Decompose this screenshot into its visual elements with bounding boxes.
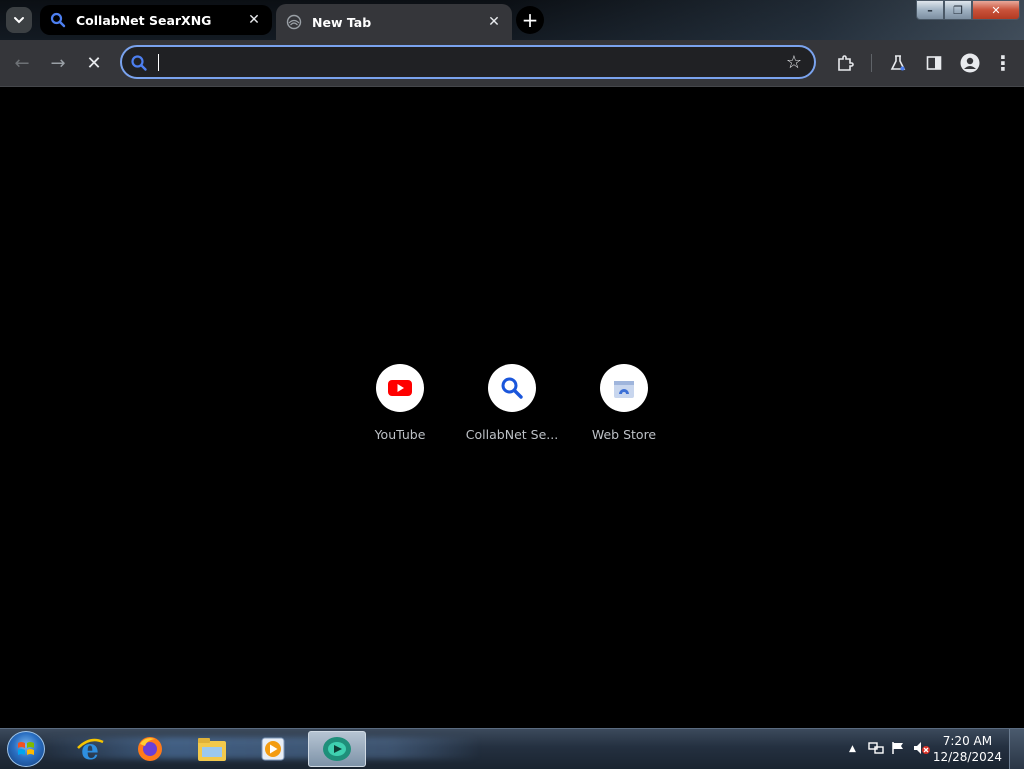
forward-button[interactable]: → (46, 51, 70, 75)
internet-explorer-icon: e (77, 734, 104, 764)
start-orb-icon (18, 742, 34, 755)
minimize-button[interactable]: – (916, 0, 944, 20)
youtube-icon (388, 380, 412, 396)
shortcut-tile[interactable] (376, 364, 424, 412)
taskbar-media-player[interactable] (246, 731, 300, 767)
start-button[interactable] (7, 731, 45, 767)
tab-title: CollabNet SearXNG (76, 12, 212, 28)
tab-search-button[interactable] (6, 7, 32, 33)
search-icon (131, 55, 147, 71)
clock-date: 12/28/2024 (932, 750, 1002, 764)
shortcut-tile[interactable] (488, 364, 536, 412)
taskbar-internet-explorer[interactable]: e (63, 731, 117, 767)
shortcut-label: CollabNet Se... (465, 427, 559, 442)
taskbar-browser-active[interactable] (308, 731, 366, 767)
maximize-button[interactable]: ❐ (944, 0, 972, 20)
web-store-icon (614, 381, 634, 398)
show-hidden-icons-button[interactable]: ▲ (849, 744, 856, 754)
svg-text:e: e (81, 734, 99, 764)
tab-close-button[interactable]: ✕ (244, 10, 264, 30)
shortcut-label: Web Store (591, 427, 657, 442)
shortcut-label: YouTube (374, 427, 426, 442)
stop-button[interactable]: ✕ (82, 51, 106, 75)
shortcut-tile[interactable] (600, 364, 648, 412)
action-center-flag-icon[interactable] (891, 741, 905, 759)
tab-close-button[interactable]: ✕ (484, 12, 504, 32)
back-button[interactable]: ← (10, 51, 34, 75)
tab-title: New Tab (312, 14, 372, 30)
file-explorer-icon (198, 738, 226, 761)
search-icon (50, 12, 66, 28)
clock-time: 7:20 AM (942, 734, 993, 748)
shortcut-web-store[interactable]: Web Store (568, 364, 680, 442)
new-tab-button[interactable]: + (516, 6, 544, 34)
text-caret (158, 54, 159, 71)
profile-icon (960, 53, 980, 73)
window-controls: – ❐ ✕ (916, 0, 1020, 20)
taskbar-firefox[interactable] (123, 731, 177, 767)
labs-button[interactable] (886, 51, 910, 75)
tab-new-tab[interactable]: New Tab ✕ (276, 4, 512, 40)
tab-collabnet-searxng[interactable]: CollabNet SearXNG ✕ (40, 5, 272, 35)
show-desktop-button[interactable] (1009, 729, 1024, 769)
shortcut-tiles: YouTube CollabNet Se... Web Store (0, 364, 1024, 454)
labs-icon (890, 55, 906, 71)
extensions-icon (838, 55, 854, 71)
toolbar-divider (871, 54, 872, 72)
system-tray: ▲ 7:20 AM 12/28/2024 (824, 729, 1024, 769)
profile-button[interactable] (958, 51, 982, 75)
bookmark-star-icon[interactable]: ☆ (786, 52, 802, 73)
minimize-icon: – (927, 3, 933, 17)
new-tab-icon (286, 14, 302, 30)
menu-button[interactable]: ⋮ (991, 51, 1015, 75)
media-player-icon (261, 737, 285, 761)
volume-muted-icon[interactable] (913, 741, 931, 759)
browser-app-icon (323, 737, 351, 761)
firefox-icon (138, 737, 162, 761)
maximize-icon: ❐ (953, 3, 963, 17)
network-icon[interactable] (868, 741, 884, 759)
close-window-button[interactable]: ✕ (972, 0, 1020, 20)
side-panel-button[interactable] (922, 51, 946, 75)
browser-toolbar: ← → ✕ ☆ ⋮ (0, 40, 1024, 87)
address-input[interactable] (156, 51, 770, 75)
shortcut-collabnet[interactable]: CollabNet Se... (456, 364, 568, 442)
chevron-down-icon (14, 17, 24, 24)
taskbar-file-explorer[interactable] (185, 731, 239, 767)
side-panel-icon (926, 56, 942, 70)
search-icon (501, 377, 523, 399)
tab-strip: CollabNet SearXNG ✕ New Tab ✕ + – ❐ ✕ (0, 0, 1024, 40)
system-clock[interactable]: 7:20 AM 12/28/2024 (933, 733, 1002, 765)
shortcut-youtube[interactable]: YouTube (344, 364, 456, 442)
close-icon: ✕ (991, 3, 1001, 17)
windows-taskbar: e ▲ 7:20 AM 12/28/2024 (0, 728, 1024, 769)
extensions-button[interactable] (833, 51, 857, 75)
address-bar[interactable]: ☆ (120, 45, 816, 79)
